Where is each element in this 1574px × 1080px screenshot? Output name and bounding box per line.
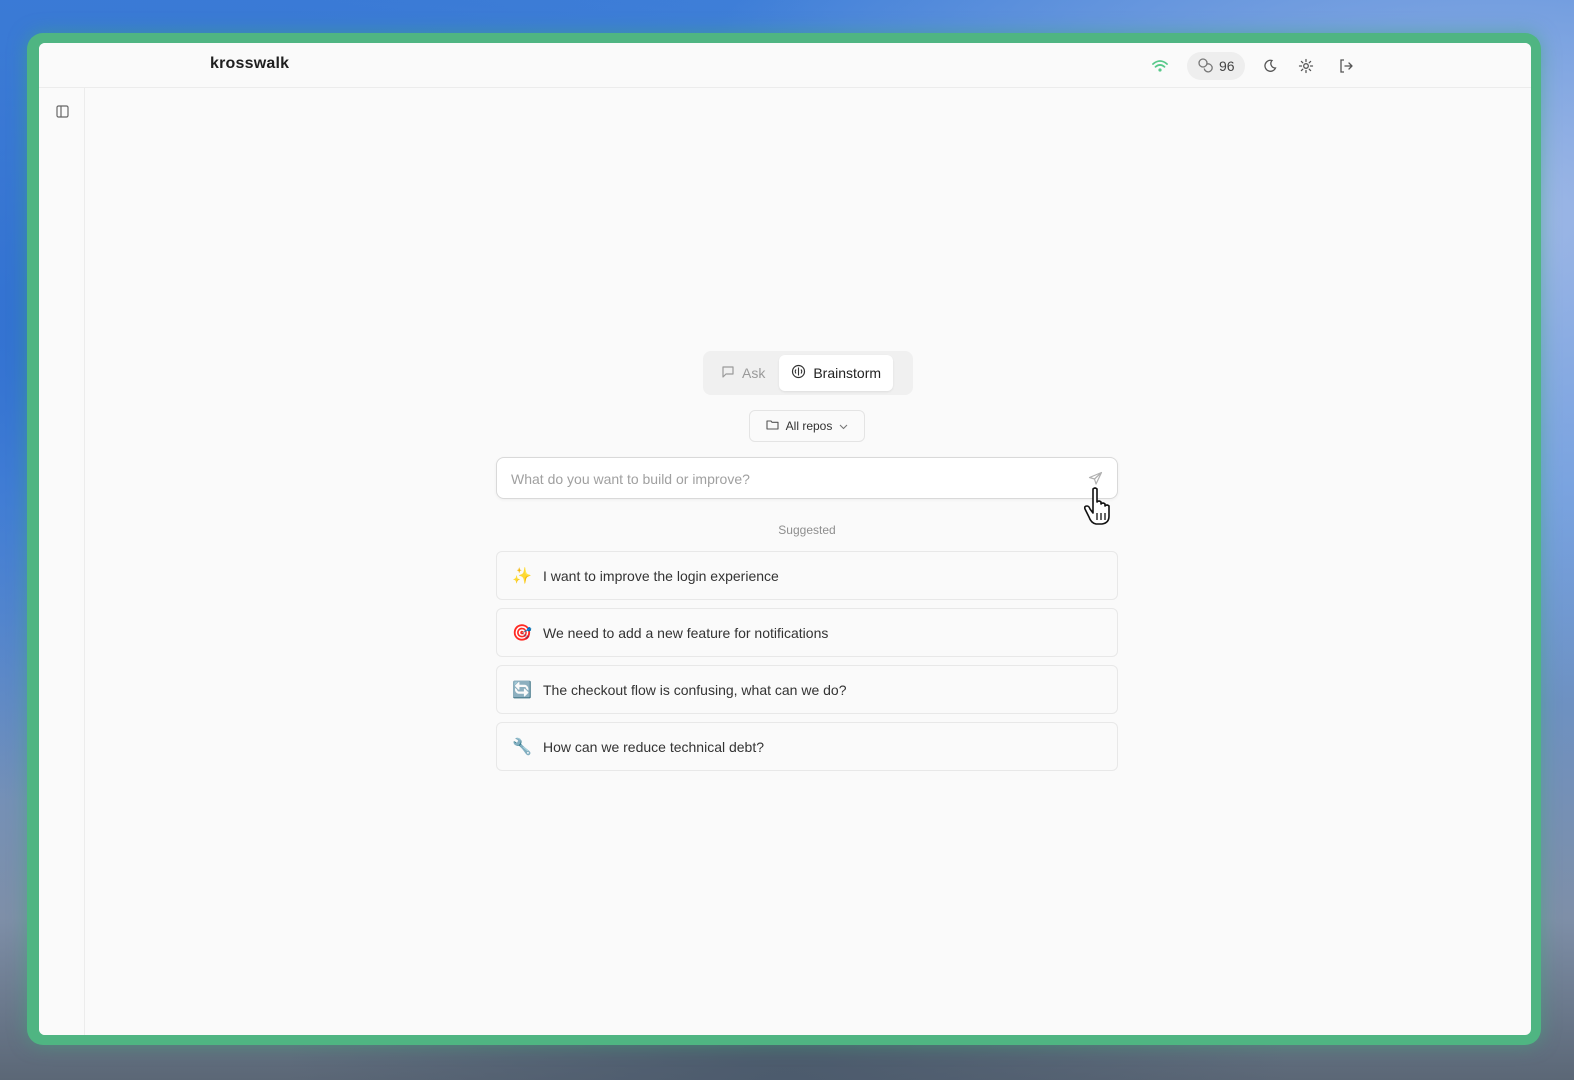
- suggestion-text: We need to add a new feature for notific…: [543, 624, 829, 641]
- wifi-icon: [1149, 55, 1171, 77]
- suggestion-item[interactable]: ✨ I want to improve the login experience: [496, 551, 1118, 600]
- sidebar-toggle-icon[interactable]: [53, 102, 71, 120]
- sidebar: [39, 88, 85, 1035]
- sparkles-icon: ✨: [512, 567, 532, 585]
- target-icon: 🎯: [512, 624, 532, 642]
- hand-pointer-icon: [1083, 487, 1110, 525]
- suggestion-item[interactable]: 🔧 How can we reduce technical debt?: [496, 722, 1118, 771]
- logout-icon[interactable]: [1335, 55, 1357, 77]
- app-title: krosswalk: [210, 55, 290, 72]
- header-actions: 96: [1149, 52, 1357, 80]
- send-icon[interactable]: [1085, 468, 1105, 488]
- folder-icon: [766, 419, 779, 433]
- chevron-down-icon: [839, 419, 848, 433]
- suggestion-text: How can we reduce technical debt?: [543, 738, 765, 755]
- suggestion-item[interactable]: 🔄 The checkout flow is confusing, what c…: [496, 665, 1118, 714]
- tab-ask-label: Ask: [742, 365, 766, 381]
- app-window: krosswalk 96 Ask Brainstorm All repos Wh…: [39, 43, 1531, 1035]
- repo-selector[interactable]: All repos: [749, 410, 865, 442]
- prompt-input[interactable]: [509, 458, 1073, 500]
- tab-brainstorm[interactable]: Brainstorm: [779, 355, 894, 391]
- tab-ask[interactable]: Ask: [707, 355, 779, 391]
- top-bar: krosswalk 96: [39, 43, 1531, 88]
- credits-count: 96: [1219, 58, 1235, 74]
- suggestion-text: The checkout flow is confusing, what can…: [543, 681, 847, 698]
- brain-icon: [791, 364, 806, 382]
- gear-icon[interactable]: [1295, 55, 1317, 77]
- wrench-icon: 🔧: [512, 738, 532, 756]
- suggestion-item[interactable]: 🎯 We need to add a new feature for notif…: [496, 608, 1118, 657]
- prompt-box: [496, 457, 1118, 500]
- suggestion-text: I want to improve the login experience: [543, 567, 779, 584]
- suggested-heading: Suggested: [778, 523, 836, 537]
- suggestion-list: ✨ I want to improve the login experience…: [496, 551, 1118, 779]
- repo-selector-label: All repos: [785, 419, 833, 433]
- refresh-icon: 🔄: [512, 681, 532, 699]
- moon-icon[interactable]: [1259, 55, 1281, 77]
- coins-icon: [1197, 57, 1213, 76]
- mode-switcher: Ask Brainstorm: [703, 351, 913, 395]
- chat-icon: [721, 365, 735, 382]
- credits-badge[interactable]: 96: [1187, 52, 1245, 80]
- tab-brainstorm-label: Brainstorm: [813, 365, 882, 381]
